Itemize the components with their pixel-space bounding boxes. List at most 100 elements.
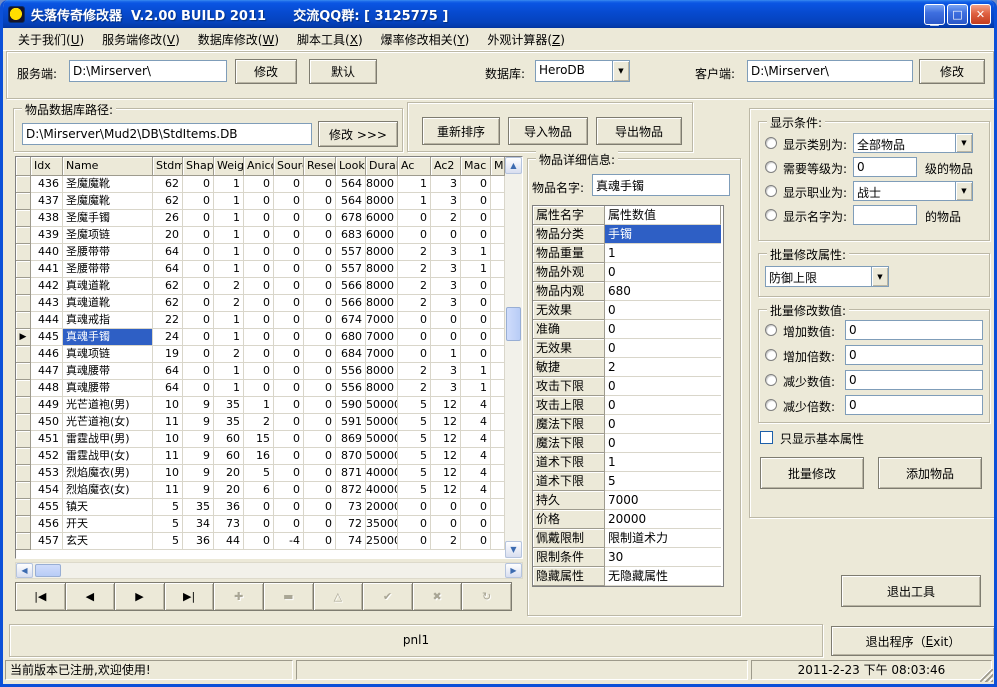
grid-column-header[interactable]: Mac [461,157,491,176]
grid-cell[interactable]: 0 [304,176,336,193]
grid-cell[interactable]: 60 [214,448,244,465]
grid-cell[interactable]: 12 [431,414,461,431]
grid-cell[interactable]: 10 [153,397,183,414]
grid-column-header[interactable]: Weigh [214,157,244,176]
grid-cell[interactable]: 1 [214,193,244,210]
grid-cell[interactable]: 6000 [366,227,398,244]
grid-cell[interactable]: 0 [431,329,461,346]
table-row[interactable]: 436圣魔魔靴62010005648000130 [16,176,505,193]
grid-cell[interactable]: 0 [461,346,491,363]
grid-horizontal-scrollbar[interactable]: ◀ ▶ [15,562,523,579]
grid-cell[interactable]: 0 [304,414,336,431]
property-row[interactable]: 价格20000 [533,510,723,529]
grid-cell[interactable]: 0 [431,516,461,533]
grid-cell[interactable]: 62 [153,176,183,193]
grid-cell[interactable]: 50000 [366,431,398,448]
grid-cell[interactable]: 0 [398,516,431,533]
table-row[interactable]: 440圣腰带带64010005578000231 [16,244,505,261]
grid-vertical-scrollbar[interactable]: ▲ ▼ [505,157,522,558]
grid-cell[interactable]: 0 [304,533,336,550]
vertical-scroll-thumb[interactable] [506,307,521,341]
filter-name-radio[interactable] [765,209,777,221]
grid-cell[interactable]: 445 [31,329,63,346]
grid-cell[interactable]: 73 [214,516,244,533]
grid-cell[interactable]: 448 [31,380,63,397]
grid-cell[interactable]: 2 [431,210,461,227]
grid-cell[interactable]: 0 [183,278,214,295]
grid-cell[interactable]: 10 [153,431,183,448]
property-value[interactable]: 0 [605,396,721,415]
grid-cell[interactable]: 圣魔魔靴 [63,193,153,210]
subtract-multiple-input[interactable] [845,395,983,415]
exit-tool-button[interactable]: 退出工具 [841,575,981,607]
grid-cell[interactable]: 0 [244,193,274,210]
grid-cell[interactable]: 0 [244,295,274,312]
grid-cell[interactable]: 0 [244,312,274,329]
add-multiple-radio[interactable] [765,349,777,361]
grid-cell[interactable]: 680 [336,329,366,346]
grid-cell[interactable]: 0 [304,193,336,210]
grid-cell[interactable]: 436 [31,176,63,193]
filter-name-input[interactable] [853,205,917,225]
grid-cell[interactable]: 5 [398,397,431,414]
grid-cell[interactable]: 3 [431,278,461,295]
grid-cell[interactable]: 678 [336,210,366,227]
grid-cell[interactable]: 869 [336,431,366,448]
grid-cell[interactable] [491,193,505,210]
grid-cell[interactable]: 0 [183,363,214,380]
grid-cell[interactable]: 开天 [63,516,153,533]
filter-class-select[interactable]: 战士 ▼ [853,181,973,201]
table-row[interactable]: 447真魂腰带64010005568000231 [16,363,505,380]
grid-cell[interactable]: 50000 [366,414,398,431]
grid-cell[interactable]: 圣魔项链 [63,227,153,244]
menu-item[interactable]: 数据库修改(W) [189,28,288,51]
grid-cell[interactable]: 0 [183,193,214,210]
grid-cell[interactable]: 0 [244,278,274,295]
property-table[interactable]: 属性名字属性数值物品分类手镯物品重量1物品外观0物品内观680无效果0准确0无效… [532,205,724,587]
client-modify-button[interactable]: 修改 [919,59,985,84]
grid-cell[interactable]: 0 [274,312,304,329]
grid-cell[interactable]: 683 [336,227,366,244]
grid-cell[interactable]: 雷霆战甲(女) [63,448,153,465]
grid-cell[interactable]: 0 [274,380,304,397]
grid-cell[interactable]: 2 [398,380,431,397]
items-grid[interactable]: IdxNameStdmoShapeWeighAnicoSourcReserLoo… [15,156,523,559]
grid-cell[interactable]: 5 [398,431,431,448]
grid-cell[interactable]: 0 [461,278,491,295]
filter-level-input[interactable] [853,157,917,177]
grid-cell[interactable]: 真魂戒指 [63,312,153,329]
grid-cell[interactable]: 62 [153,193,183,210]
grid-cell[interactable]: 0 [183,312,214,329]
property-value[interactable]: 2 [605,358,721,377]
item-db-path-input[interactable] [22,123,312,145]
grid-cell[interactable]: 1 [461,380,491,397]
grid-column-header[interactable]: Ac [398,157,431,176]
grid-column-header[interactable]: Sourc [274,157,304,176]
item-db-modify-button[interactable]: 修改 >>> [318,121,398,147]
property-row[interactable]: 隐藏属性无隐藏属性 [533,567,723,586]
grid-cell[interactable] [491,414,505,431]
grid-cell[interactable]: 1 [214,329,244,346]
chevron-down-icon[interactable]: ▼ [612,61,629,81]
grid-cell[interactable]: 457 [31,533,63,550]
grid-cell[interactable]: 0 [274,176,304,193]
grid-cell[interactable]: 0 [244,363,274,380]
grid-cell[interactable] [491,397,505,414]
grid-cell[interactable]: 9 [183,414,214,431]
subtract-value-input[interactable] [845,370,983,390]
grid-cell[interactable]: 0 [274,329,304,346]
grid-column-header[interactable]: DuraM [366,157,398,176]
table-row[interactable]: 444真魂戒指22010006747000000 [16,312,505,329]
grid-cell[interactable]: 0 [304,448,336,465]
grid-cell[interactable] [491,533,505,550]
grid-cell[interactable]: 15 [244,431,274,448]
property-value[interactable]: 1 [605,453,721,472]
grid-cell[interactable]: 684 [336,346,366,363]
grid-cell[interactable]: 真魂腰带 [63,380,153,397]
grid-cell[interactable]: 2 [398,363,431,380]
grid-cell[interactable]: 0 [304,278,336,295]
property-value[interactable]: 30 [605,548,721,567]
grid-cell[interactable]: 5 [244,465,274,482]
grid-cell[interactable]: 0 [274,397,304,414]
server-modify-button[interactable]: 修改 [235,59,297,84]
